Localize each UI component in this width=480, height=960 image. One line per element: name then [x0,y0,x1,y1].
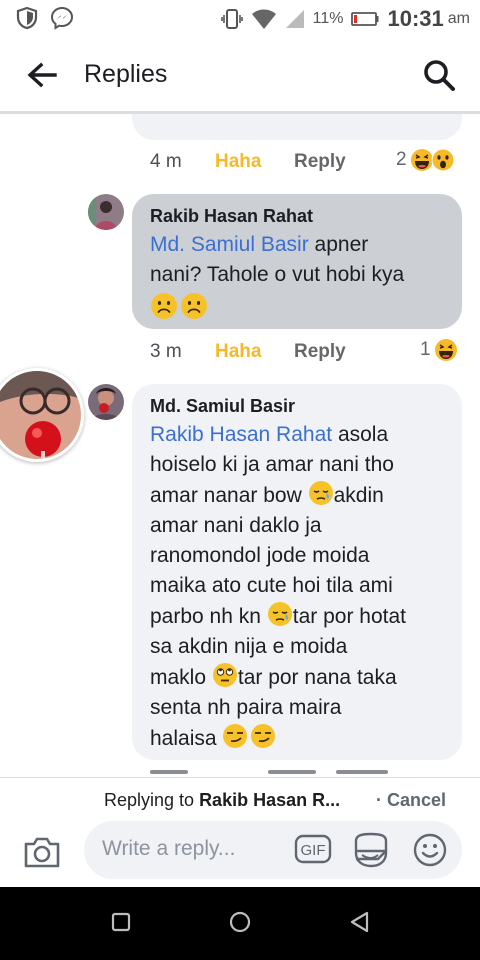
comment-text-line-7: parbo nh kn tar por hotat [150,601,406,632]
emoji-icon[interactable] [412,832,448,868]
home-button-icon[interactable] [228,910,252,934]
cancel-reply-button[interactable]: · Cancel [376,790,446,811]
page-title: Replies [84,60,168,88]
back-arrow-icon[interactable] [26,60,58,90]
comment-time: 3 m [150,341,182,362]
shield-icon [16,6,38,30]
battery-icon [351,12,379,26]
comment-text-line-6: maika ato cute hoi tila ami [150,574,393,597]
vibrate-icon [220,9,243,29]
recents-button-icon[interactable] [110,911,132,933]
comment-actions: 4 m Haha Reply [150,151,346,173]
reply-composer: Write a reply... GIF [0,819,480,887]
reaction-count: 1 [420,339,431,360]
comment-emojis [150,292,208,320]
eye-roll-emoji [212,663,237,687]
thread-avatar-large[interactable] [0,368,84,462]
comment-bubble[interactable]: Rakib Hasan Rahat Md. Samiul Basir apner… [132,194,462,329]
comment-bubble[interactable]: nani [132,114,462,140]
status-bar: 11% 10:31 am [0,0,480,36]
avatar[interactable] [88,194,124,230]
comment-text-line-10: senta nh paira maira [150,696,342,719]
comment-author[interactable]: Rakib Hasan Rahat [150,206,313,227]
comment-text-line-11: halaisa [150,723,406,754]
comment-text-line-4: amar nani daklo ja [150,514,322,537]
mention-link[interactable]: Rakib Hasan Rahat [150,423,332,446]
comment-time: 4 m [150,151,182,172]
comment-actions-cutoff [150,770,410,777]
back-button-icon[interactable] [348,910,372,934]
comment-text-line-2: nani? Tahole o vut hobi kya [150,263,405,286]
comment-bubble[interactable]: Md. Samiul Basir Rakib Hasan Rahat asola… [132,384,462,760]
reply-button[interactable]: Reply [294,151,346,173]
reaction-count: 2 [396,149,407,170]
replying-to-label: Replying to Rakib Hasan R... [104,790,341,810]
comment-text-line-5: ranomondol jode moida [150,544,370,567]
comment-text-line-1: Rakib Hasan Rahat asola [150,423,389,446]
comment-text-line-3: amar nanar bow akdin [150,480,406,511]
battery-percent: 11% [312,10,344,27]
comment-text-line-1: Md. Samiul Basir apner [150,233,369,256]
comment-text-line-8: sa akdin nija e moida [150,635,348,658]
clock: 10:31 [387,6,444,31]
reaction-summary[interactable]: 1 [420,338,458,362]
clock-ampm: am [447,10,470,27]
sleepy-face-emoji [267,602,292,626]
reply-input[interactable]: Write a reply... GIF [84,821,462,879]
sad-face-emoji [151,293,177,319]
sticker-icon[interactable] [352,831,390,869]
wow-icon [431,148,455,172]
haha-button[interactable]: Haha [215,151,294,173]
gif-icon[interactable]: GIF [294,833,332,865]
comment-text-line-2: hoiselo ki ja amar nani tho [150,453,394,476]
comment-text-line-9: maklo tar por nana taka [150,662,406,693]
header: Replies [0,36,480,114]
avatar[interactable] [88,384,124,420]
comment-actions: 3 m Haha Reply [150,341,346,363]
replying-to-bar: Replying to Rakib Hasan R... · Cancel [0,777,480,819]
search-icon[interactable] [422,58,456,92]
haha-button[interactable]: Haha [215,341,294,363]
wifi-icon [251,9,276,29]
reaction-summary[interactable]: 2 [396,148,455,172]
camera-icon[interactable] [22,832,62,872]
reply-button[interactable]: Reply [294,341,346,363]
smirk-emoji [223,724,248,748]
signal-icon [285,10,304,28]
comment-author[interactable]: Md. Samiul Basir [150,396,295,417]
sad-face-emoji [181,293,207,319]
replies-list: nani 4 m Haha Reply 2 [0,114,480,777]
messenger-icon [50,6,74,30]
sleepy-face-emoji [308,481,333,505]
mention-link[interactable]: Md. Samiul Basir [150,233,309,256]
smirk-emoji [251,724,276,748]
reply-input-placeholder: Write a reply... [102,837,236,860]
system-nav-bar [0,887,480,960]
haha-icon [434,339,457,361]
svg-text:GIF: GIF [301,842,326,859]
replying-to-name: Rakib Hasan R... [199,790,341,810]
